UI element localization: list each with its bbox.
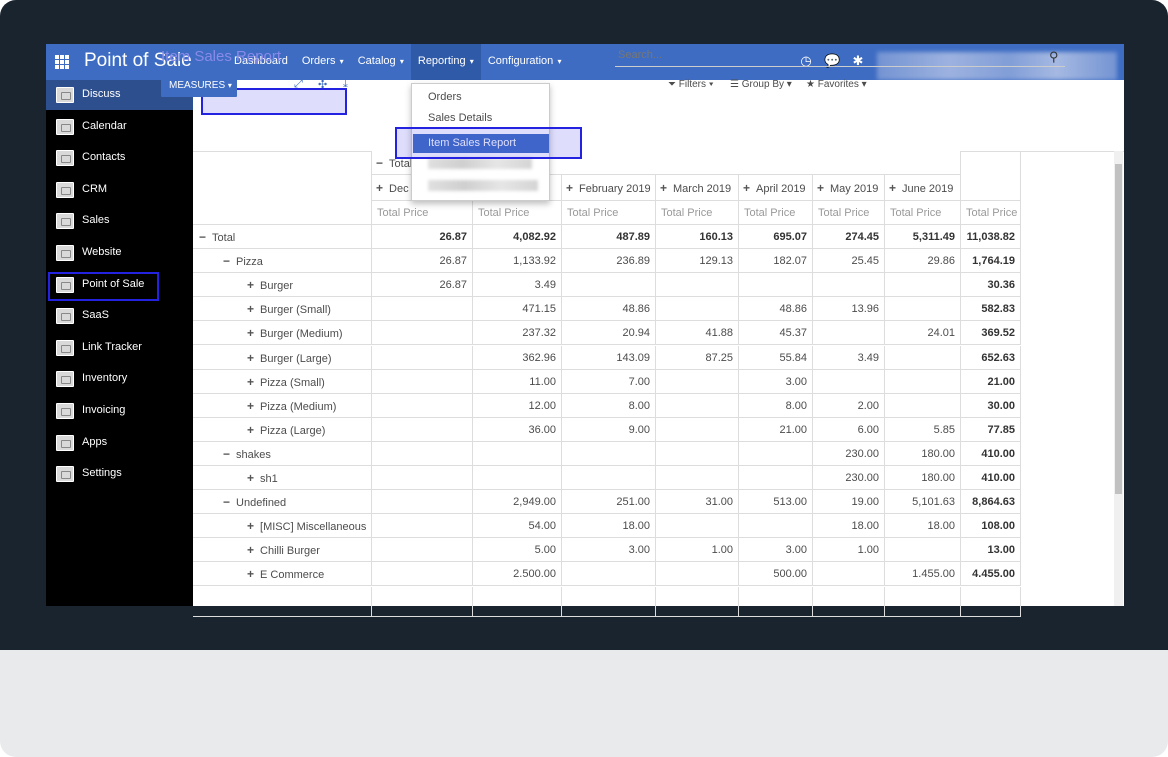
vertical-scrollbar[interactable] [1114,151,1123,606]
sidebar-item-inventory[interactable]: Inventory [46,364,193,394]
sidebar-item-apps[interactable]: Apps [46,428,193,458]
expand-all-icon[interactable]: ✣ [318,78,327,91]
nav-orders[interactable]: Orders ▾ [295,44,351,80]
nav-configuration[interactable]: Configuration ▾ [481,44,569,80]
app-icon [56,339,74,356]
sidebar-item-label: Apps [82,435,108,448]
app-icon [56,434,74,451]
sidebar-item-calendar[interactable]: Calendar [46,112,193,142]
search-input[interactable]: Search... [615,49,1065,67]
sidebar-item-invoicing[interactable]: Invoicing [46,396,193,426]
app-icon [56,87,74,103]
dropdown-item-redacted[interactable] [428,180,538,191]
apps-grid-icon[interactable] [55,55,69,69]
dropdown-item-redacted[interactable] [428,158,532,169]
dropdown-item-sales-details[interactable]: Sales Details [428,112,492,124]
app-icon [56,213,74,230]
sidebar-item-label: Link Tracker [82,340,142,353]
app-icon [56,308,74,325]
nav-label: Configuration [487,55,554,67]
caret-down-icon: ▾ [397,57,404,66]
sidebar-item-label: Calendar [82,119,127,132]
menu-highlight-box [395,127,582,159]
sidebar-item-label: SaaS [82,309,109,322]
app-icon [56,245,74,261]
sidebar-item-label: Invoicing [82,404,126,416]
sidebar-item-sales[interactable]: Sales [46,206,193,236]
sidebar-item-label: Settings [82,467,122,480]
page-title: Item Sales Report [161,48,282,65]
download-icon[interactable]: ⤓ [343,78,348,91]
dropdown-item-orders[interactable]: Orders [428,91,462,103]
sidebar-item-label: Contacts [82,151,126,164]
sidebar-item-contacts[interactable]: Contacts [46,143,193,173]
app-sidebar: Discuss Calendar Contacts CRM Sales Website Po… [46,80,193,606]
app-icon [56,118,74,135]
nav-reporting[interactable]: Reporting ▾ [410,44,481,80]
app-screen: Point of Sale Dashboard Orders ▾ Catalog ▾… [46,44,1124,606]
sidebar-item-link-tracker[interactable]: Link Tracker [46,333,193,363]
sidebar-item-label: Sales [82,214,110,227]
nav-label: Reporting [417,55,466,67]
expand-arrows-icon[interactable]: ⤢ [294,78,303,91]
sidebar-item-label: Inventory [82,372,128,385]
sidebar-item-website[interactable]: Website [46,238,193,268]
search-icon[interactable]: ⚲ [1049,49,1059,65]
app-icon [56,181,74,198]
sidebar-item-label: CRM [82,182,108,195]
sidebar-item-crm[interactable]: CRM [46,175,193,205]
app-icon [56,371,74,388]
sidebar-item-saas[interactable]: SaaS [46,301,193,331]
nav-label: Catalog [357,55,396,67]
sidebar-item-settings[interactable]: Settings [46,459,193,489]
sidebar-item-label: Discuss [82,88,121,100]
app-icon [56,150,74,167]
filters-button[interactable]: ⏷ Filters ▾ [668,79,714,90]
caret-down-icon: ▾ [555,57,562,66]
groupby-button[interactable]: ☰ Group By ▾ [730,79,792,90]
app-icon [56,403,74,419]
app-icon [56,466,74,483]
sidebar-item-label: Website [82,246,122,258]
sidebar-highlight-box [48,272,159,301]
caret-down-icon: ▾ [337,57,344,66]
monitor-stand [0,650,1168,757]
nav-label: Orders [301,55,336,67]
measures-button[interactable]: MEASURES ▾ [161,74,237,97]
caret-down-icon: ▾ [467,57,474,66]
favorites-button[interactable]: ★ Favorites ▾ [806,79,867,90]
nav-catalog[interactable]: Catalog ▾ [351,44,411,80]
